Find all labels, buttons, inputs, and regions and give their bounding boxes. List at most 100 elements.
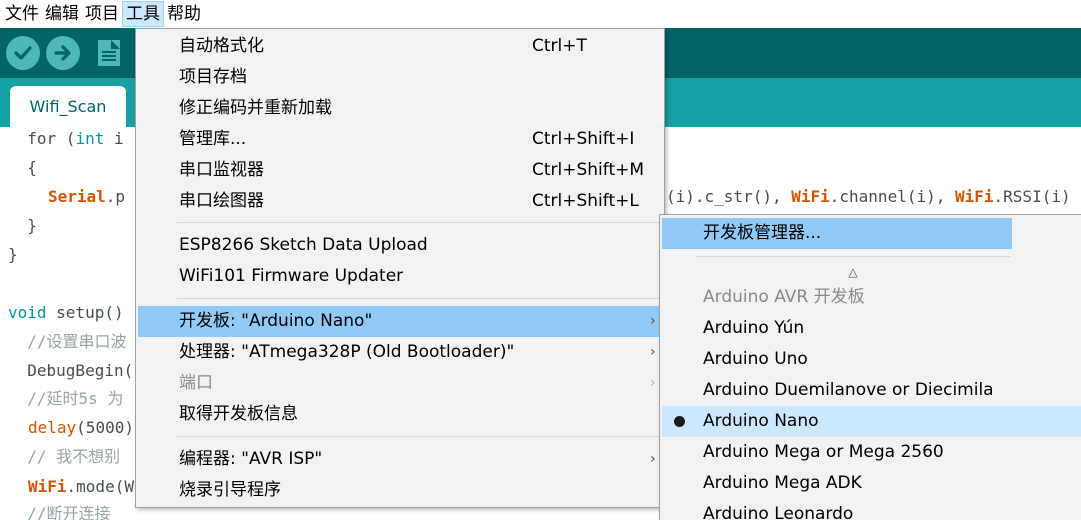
board-item-arduino-yun[interactable]: Arduino Yún (660, 313, 1081, 344)
code-line: { (8, 158, 37, 177)
code-object: WiFi (28, 477, 67, 496)
code-line: Serial.p (48, 187, 125, 207)
menu-item-board[interactable]: 开发板: "Arduino Nano" › (138, 306, 662, 337)
submenu-item-label: Arduino Mega ADK (703, 473, 862, 493)
submenu-item-label: Arduino Duemilanove or Diecimila (703, 380, 994, 400)
submenu-item-label: Arduino Yún (703, 318, 805, 338)
chevron-right-icon: › (650, 313, 656, 329)
board-item-arduino-mega-adk[interactable]: Arduino Mega ADK (660, 468, 1081, 499)
board-manager-item[interactable]: 开发板管理器... (662, 218, 1012, 249)
upload-button[interactable] (46, 36, 80, 70)
code-line: } (8, 216, 37, 235)
code-text: setup() (46, 303, 124, 322)
code-comment: //设置串口波 (8, 332, 127, 351)
menu-separator (177, 298, 663, 299)
board-item-arduino-uno[interactable]: Arduino Uno (660, 344, 1081, 375)
menubar: 文件 编辑 项目 工具 帮助 (0, 0, 1081, 28)
code-text: for ( (8, 129, 76, 148)
menu-item-fix-encoding[interactable]: 修正编码并重新加载 (136, 93, 664, 124)
menu-item-label: ESP8266 Sketch Data Upload (179, 235, 428, 255)
menu-file[interactable]: 文件 (2, 1, 42, 27)
new-button[interactable] (92, 36, 126, 70)
code-object: Serial (48, 187, 106, 206)
code-comment: //断开连接 (8, 504, 111, 520)
menu-item-label: 项目存档 (179, 67, 247, 87)
code-function: delay (28, 418, 77, 437)
menu-separator (177, 222, 663, 223)
code-line: } (8, 245, 18, 264)
chevron-right-icon: › (650, 451, 656, 467)
board-item-arduino-leonardo[interactable]: Arduino Leonardo (660, 499, 1081, 520)
submenu-item-label: Arduino Uno (703, 349, 808, 369)
submenu-item-label: Arduino AVR 开发板 (703, 287, 865, 307)
menu-item-shortcut: Ctrl+Shift+L (532, 191, 639, 211)
menu-item-label: 修正编码并重新加载 (179, 98, 332, 118)
code-object: WiFi (791, 187, 830, 206)
code-text: (5000) (76, 418, 134, 437)
menu-item-label: 取得开发板信息 (179, 404, 298, 424)
menu-item-label: 管理库... (179, 129, 247, 149)
board-item-arduino-nano[interactable]: Arduino Nano (662, 406, 1081, 437)
menu-item-programmer[interactable]: 编程器: "AVR ISP" › (136, 444, 664, 475)
submenu-item-label: Arduino Leonardo (703, 504, 854, 520)
menu-item-label: 处理器: "ATmega328P (Old Bootloader)" (179, 342, 515, 362)
menu-item-shortcut: Ctrl+T (532, 36, 587, 56)
checkmark-icon (14, 46, 32, 60)
menu-item-label: 烧录引导程序 (179, 480, 281, 500)
new-file-icon (98, 40, 120, 66)
code-line: delay(5000) (28, 418, 134, 438)
code-text: .p (105, 187, 126, 206)
board-item-arduino-duemilanove[interactable]: Arduino Duemilanove or Diecimila (660, 375, 1081, 406)
menu-item-processor[interactable]: 处理器: "ATmega328P (Old Bootloader)" › (136, 337, 664, 368)
board-group-header: Arduino AVR 开发板 (660, 282, 1081, 313)
menu-item-port: 端口 › (136, 368, 664, 399)
menu-item-board-info[interactable]: 取得开发板信息 (136, 399, 664, 430)
code-comment: //延时5s 为 (8, 389, 124, 408)
code-text: .mode(W (66, 477, 134, 496)
menu-item-auto-format[interactable]: 自动格式化 Ctrl+T (136, 31, 664, 62)
code-object: WiFi (955, 187, 994, 206)
menu-help[interactable]: 帮助 (164, 1, 204, 27)
code-keyword: int (75, 129, 105, 148)
radio-bullet-icon (674, 416, 685, 427)
code-line: DebugBegin( (8, 361, 134, 380)
code-text: .channel(i), (829, 187, 955, 206)
menu-item-label: WiFi101 Firmware Updater (179, 266, 404, 286)
menu-sketch[interactable]: 项目 (82, 1, 122, 27)
menu-item-serial-monitor[interactable]: 串口监视器 Ctrl+Shift+M (136, 155, 664, 186)
code-text: (i).c_str(), (666, 187, 792, 206)
board-submenu: 开发板管理器... △ Arduino AVR 开发板 Arduino Yún … (659, 214, 1081, 520)
menu-tools[interactable]: 工具 (122, 1, 164, 27)
submenu-item-label: Arduino Nano (703, 411, 819, 431)
code-comment: // 我不想别 (8, 447, 121, 466)
code-keyword: void (8, 303, 47, 322)
menu-item-label: 编程器: "AVR ISP" (179, 449, 323, 469)
chevron-right-icon: › (650, 344, 656, 360)
menu-item-label: 开发板: "Arduino Nano" (179, 311, 373, 331)
menu-item-serial-plotter[interactable]: 串口绘图器 Ctrl+Shift+L (136, 186, 664, 217)
menu-item-label: 串口绘图器 (179, 191, 264, 211)
submenu-item-label: 开发板管理器... (703, 223, 822, 243)
menu-item-wifi101-updater[interactable]: WiFi101 Firmware Updater (136, 261, 664, 292)
submenu-item-label: Arduino Mega or Mega 2560 (703, 442, 944, 462)
verify-button[interactable] (6, 36, 40, 70)
code-text: i (104, 129, 124, 148)
code-text: .RSSI(i) (993, 187, 1071, 206)
scroll-up-arrow-icon[interactable]: △ (696, 256, 1010, 282)
menu-item-manage-libraries[interactable]: 管理库... Ctrl+Shift+I (136, 124, 664, 155)
menu-separator (177, 436, 663, 437)
menu-item-label: 自动格式化 (179, 36, 264, 56)
menu-edit[interactable]: 编辑 (42, 1, 82, 27)
menu-item-label: 端口 (179, 373, 213, 393)
board-item-arduino-mega[interactable]: Arduino Mega or Mega 2560 (660, 437, 1081, 468)
menu-item-archive-sketch[interactable]: 项目存档 (136, 62, 664, 93)
arrow-right-icon (54, 45, 71, 61)
menu-item-shortcut: Ctrl+Shift+I (532, 129, 635, 149)
menu-item-label: 串口监视器 (179, 160, 264, 180)
menu-item-esp8266-data-upload[interactable]: ESP8266 Sketch Data Upload (136, 230, 664, 261)
code-line: void setup() (8, 303, 124, 323)
tab-wifi-scan[interactable]: Wifi_Scan (10, 86, 126, 127)
code-line-fragment: (i).c_str(), WiFi.channel(i), WiFi.RSSI(… (666, 187, 1071, 207)
code-line: for (int i (8, 129, 124, 149)
menu-item-burn-bootloader[interactable]: 烧录引导程序 (136, 475, 664, 506)
